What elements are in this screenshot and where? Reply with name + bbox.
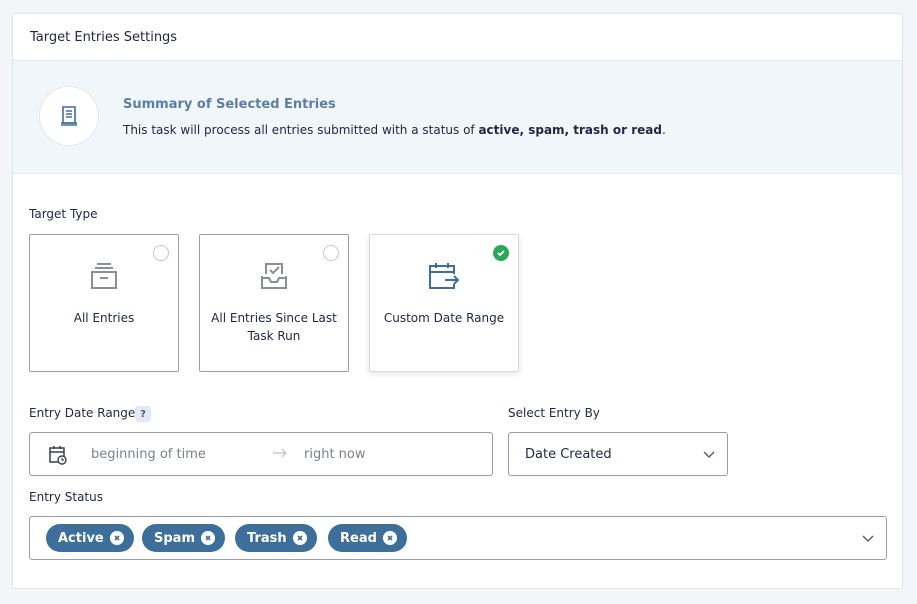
target-option-label: All Entries (73, 311, 135, 325)
summary-text-statuses: active, spam, trash or read (478, 123, 662, 137)
target-entries-panel: Target Entries Settings Summary of Selec… (12, 13, 903, 589)
status-tag-label: Read (340, 530, 377, 546)
remove-tag-icon[interactable] (292, 531, 307, 545)
summary-title: Summary of Selected Entries (123, 97, 336, 112)
status-tag-read: Read (328, 524, 407, 552)
select-entry-by-value: Date Created (525, 447, 612, 462)
chevron-down-icon[interactable] (862, 533, 874, 543)
status-tag-trash: Trash (235, 524, 317, 552)
radio-unchecked[interactable] (153, 245, 169, 261)
remove-tag-icon[interactable] (201, 531, 215, 545)
calendar-clock-icon (49, 446, 67, 465)
date-range-picker[interactable]: beginning of time right now (29, 432, 493, 476)
check-icon[interactable] (493, 245, 509, 261)
radio-unchecked[interactable] (323, 245, 339, 261)
help-icon[interactable]: ? (135, 406, 151, 422)
archive-box-icon (88, 260, 120, 296)
start-date-input[interactable]: beginning of time (91, 447, 206, 462)
document-icon (61, 106, 77, 126)
entry-status-multiselect[interactable]: Active Spam Trash Read (29, 516, 887, 560)
summary-icon-circle (39, 86, 99, 146)
target-option-all-entries[interactable]: All Entries (29, 234, 179, 372)
status-tag-label: Active (58, 530, 104, 546)
end-date-input[interactable]: right now (304, 447, 366, 462)
select-entry-by-dropdown[interactable]: Date Created (508, 432, 728, 476)
target-option-label: All Entries Since Last Task Run (211, 311, 337, 343)
arrow-right-icon (273, 448, 287, 458)
summary-text: This task will process all entries submi… (123, 123, 666, 137)
summary-text-suffix: . (661, 123, 666, 137)
status-tag-spam: Spam (142, 524, 225, 552)
select-entry-by-label: Select Entry By (508, 406, 600, 420)
target-option-label: Custom Date Range (383, 311, 505, 325)
remove-tag-icon[interactable] (109, 531, 124, 545)
inbox-check-icon (258, 260, 290, 296)
target-type-label: Target Type (29, 207, 98, 221)
remove-tag-icon[interactable] (382, 531, 397, 545)
status-tag-label: Spam (154, 530, 195, 546)
target-option-since-last-run[interactable]: All Entries Since Last Task Run (199, 234, 349, 372)
target-option-custom-date-range[interactable]: Custom Date Range (369, 234, 519, 372)
panel-title: Target Entries Settings (13, 14, 902, 61)
status-tag-active: Active (46, 524, 134, 552)
status-tag-label: Trash (247, 530, 287, 546)
chevron-down-icon (703, 451, 715, 459)
entry-date-range-label: Entry Date Range (29, 406, 136, 420)
summary-box: Summary of Selected Entries This task wi… (13, 61, 902, 174)
entry-status-label: Entry Status (29, 490, 103, 504)
calendar-arrow-icon (427, 260, 461, 296)
summary-text-prefix: This task will process all entries submi… (123, 123, 479, 137)
